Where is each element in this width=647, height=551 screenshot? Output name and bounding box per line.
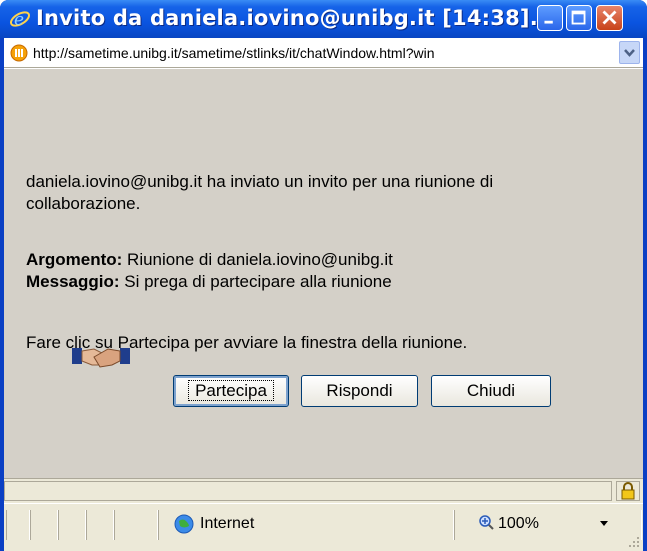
resize-grip-icon[interactable]	[626, 534, 641, 549]
reply-button[interactable]: Rispondi	[301, 375, 418, 407]
minimize-icon	[544, 20, 553, 24]
maximize-icon	[571, 10, 586, 25]
handshake-icon	[72, 348, 130, 368]
close-window-button[interactable]	[596, 5, 623, 31]
topic-line: Argomento: Riunione di daniela.iovino@un…	[26, 249, 393, 271]
lock-icon	[621, 482, 635, 500]
invite-content: daniela.iovino@unibg.it ha inviato un in…	[4, 68, 643, 479]
invite-intro-line2: collaborazione.	[26, 194, 141, 213]
status-cell	[58, 510, 86, 540]
close-button[interactable]: Chiudi	[431, 375, 551, 407]
close-icon	[602, 10, 617, 25]
status-text-field	[4, 481, 612, 501]
address-dropdown-button[interactable]	[619, 41, 640, 64]
zoom-level: 100%	[498, 515, 539, 532]
minimize-button[interactable]	[537, 5, 563, 31]
globe-icon	[174, 514, 194, 534]
chevron-down-icon	[624, 49, 635, 57]
title-bar[interactable]: e Invito da daniela.iovino@unibg.it [14:…	[0, 0, 647, 38]
status-bar: Internet 100%	[4, 503, 643, 551]
status-cell	[6, 510, 30, 540]
status-row	[4, 478, 643, 503]
status-cell	[86, 510, 114, 540]
message-line: Messaggio: Si prega di partecipare alla …	[26, 271, 392, 293]
window-title: Invito da daniela.iovino@unibg.it [14:38…	[36, 6, 555, 30]
message-value: Si prega di partecipare alla riunione	[119, 272, 392, 291]
join-button[interactable]: Partecipa	[173, 375, 289, 407]
invite-intro-line1: daniela.iovino@unibg.it ha inviato un in…	[26, 172, 494, 191]
popup-window: e Invito da daniela.iovino@unibg.it [14:…	[0, 0, 647, 551]
sametime-icon	[10, 44, 28, 62]
svg-text:e: e	[14, 10, 24, 30]
window-frame: http://sametime.unibg.it/sametime/stlink…	[4, 38, 643, 551]
zoom-icon	[479, 515, 494, 530]
security-lock[interactable]	[616, 481, 640, 501]
status-cell	[30, 510, 58, 540]
join-label: Partecipa	[188, 380, 274, 401]
zone-text: Internet	[200, 515, 255, 532]
topic-value: Riunione di daniela.iovino@unibg.it	[122, 250, 393, 269]
topic-label: Argomento:	[26, 250, 123, 269]
status-cell	[114, 510, 158, 540]
chevron-down-icon[interactable]	[600, 521, 608, 526]
message-label: Messaggio:	[26, 272, 120, 291]
maximize-button[interactable]	[566, 5, 592, 31]
ie-icon: e	[9, 10, 31, 30]
address-bar[interactable]: http://sametime.unibg.it/sametime/stlink…	[4, 38, 643, 68]
url-text: http://sametime.unibg.it/sametime/stlink…	[33, 45, 435, 61]
